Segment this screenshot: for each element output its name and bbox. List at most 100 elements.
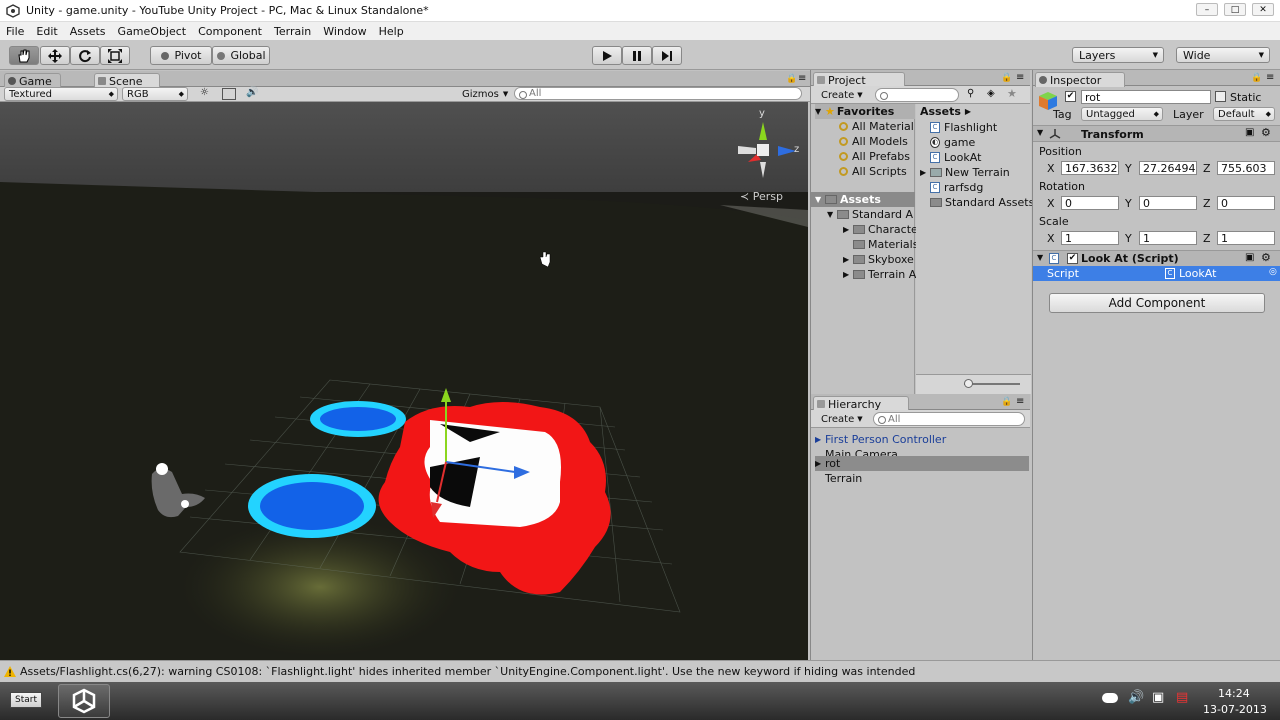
taskbar-unity-app[interactable] xyxy=(58,684,110,718)
file-item[interactable]: ◐ game xyxy=(930,135,975,150)
hierarchy-item[interactable]: Terrain xyxy=(825,471,1029,486)
rotation-y-field[interactable]: 0 xyxy=(1139,196,1197,210)
gizmos-dropdown[interactable]: Gizmos ▼ xyxy=(458,87,508,101)
clock-time[interactable]: 14:24 xyxy=(1218,687,1250,700)
scale-tool-button[interactable] xyxy=(100,46,130,65)
lighting-toggle-icon[interactable]: ☼ xyxy=(200,87,209,98)
play-button[interactable] xyxy=(592,46,622,65)
hand-tool-button[interactable] xyxy=(9,46,39,65)
status-bar[interactable]: Assets/Flashlight.cs(6,27): warning CS01… xyxy=(0,660,1280,682)
image-toggle-icon[interactable] xyxy=(222,88,236,100)
help-book-icon[interactable]: ▣ xyxy=(1245,127,1254,138)
menu-help[interactable]: Help xyxy=(373,25,410,38)
filter-type-icon[interactable]: ⚲ xyxy=(967,88,974,99)
menu-icon[interactable]: ≡ xyxy=(798,73,806,84)
assets-tree-root[interactable]: ▼ Assets xyxy=(811,192,915,207)
start-button[interactable]: Start xyxy=(10,692,42,708)
menu-edit[interactable]: Edit xyxy=(30,25,63,38)
project-create-dropdown[interactable]: Create ▼ xyxy=(817,88,867,102)
file-item[interactable]: Crarfsdg xyxy=(930,180,983,195)
layer-dropdown[interactable]: Default ◆ xyxy=(1213,107,1275,121)
hierarchy-search-input[interactable]: All xyxy=(873,412,1025,426)
tag-dropdown[interactable]: Untagged ◆ xyxy=(1081,107,1163,121)
battery-icon[interactable]: ▤ xyxy=(1176,690,1188,705)
layout-dropdown[interactable]: Wide ▼ xyxy=(1176,47,1270,63)
object-name-field[interactable]: rot xyxy=(1081,90,1211,104)
component-enabled-checkbox[interactable]: ✔ xyxy=(1067,253,1078,264)
tab-hierarchy[interactable]: Hierarchy xyxy=(813,396,909,411)
tab-inspector[interactable]: Inspector xyxy=(1035,72,1125,87)
render-mode-dropdown[interactable]: Textured ◆ xyxy=(4,87,118,101)
move-tool-button[interactable] xyxy=(40,46,70,65)
position-y-field[interactable]: 27.26494 xyxy=(1139,161,1197,175)
script-field-row[interactable]: Script C LookAt ◎ xyxy=(1033,266,1280,281)
filter-label-icon[interactable]: ◈ xyxy=(987,88,995,99)
gear-icon[interactable]: ⚙ xyxy=(1261,126,1271,139)
lock-icon[interactable]: 🔒 xyxy=(786,74,797,84)
menu-window[interactable]: Window xyxy=(317,25,372,38)
scale-z-field[interactable]: 1 xyxy=(1217,231,1275,245)
file-item[interactable]: C LookAt xyxy=(930,150,981,165)
color-mode-dropdown[interactable]: RGB ◆ xyxy=(122,87,188,101)
favorite-star-icon[interactable]: ★ xyxy=(1007,87,1017,100)
tree-folder[interactable]: ▼ Standard A xyxy=(827,207,913,222)
tree-folder[interactable]: ▶ Characte xyxy=(843,222,918,237)
lookat-component-header[interactable]: ▼ C ✔ Look At (Script) ▣ ⚙ xyxy=(1033,250,1280,266)
project-search-input[interactable] xyxy=(875,88,959,102)
audio-toggle-icon[interactable]: 🔊 xyxy=(246,87,258,98)
pivot-toggle[interactable]: Pivot xyxy=(150,46,212,65)
menu-icon[interactable]: ≡ xyxy=(1016,72,1024,83)
favorite-item[interactable]: All Scripts xyxy=(839,164,907,179)
menu-gameobject[interactable]: GameObject xyxy=(112,25,193,38)
pause-button[interactable] xyxy=(622,46,652,65)
scale-y-field[interactable]: 1 xyxy=(1139,231,1197,245)
minimize-button[interactable]: – xyxy=(1196,3,1218,16)
help-book-icon[interactable]: ▣ xyxy=(1245,252,1254,263)
hierarchy-item[interactable]: ▶ First Person Controller xyxy=(815,432,1029,447)
network-icon[interactable]: ▣ xyxy=(1152,690,1164,705)
layers-dropdown[interactable]: Layers ▼ xyxy=(1072,47,1164,63)
file-item[interactable]: Standard Assets xyxy=(930,195,1034,210)
scene-search-input[interactable]: All xyxy=(514,87,802,100)
gear-icon[interactable]: ⚙ xyxy=(1261,251,1271,264)
active-checkbox[interactable]: ✔ xyxy=(1065,91,1076,102)
menu-assets[interactable]: Assets xyxy=(64,25,112,38)
favorite-item[interactable]: All Prefabs xyxy=(839,149,910,164)
rotation-x-field[interactable]: 0 xyxy=(1061,196,1119,210)
toggle-tray-icon[interactable] xyxy=(1102,693,1118,703)
file-item[interactable]: ▶ New Terrain xyxy=(920,165,1010,180)
add-component-button[interactable]: Add Component xyxy=(1049,293,1265,313)
menu-icon[interactable]: ≡ xyxy=(1266,72,1274,83)
persp-label[interactable]: ≺ Persp xyxy=(740,190,783,203)
transform-header[interactable]: ▼ Transform ▣ ⚙ xyxy=(1033,125,1280,142)
lock-icon[interactable]: 🔒 xyxy=(1001,73,1012,83)
tree-folder[interactable]: ▶ Terrain A xyxy=(843,267,916,282)
tab-project[interactable]: Project xyxy=(813,72,905,87)
static-checkbox[interactable] xyxy=(1215,91,1226,102)
clock-date[interactable]: 13-07-2013 xyxy=(1203,703,1267,716)
favorite-item[interactable]: All Models xyxy=(839,134,908,149)
volume-icon[interactable]: 🔊 xyxy=(1128,690,1144,705)
position-z-field[interactable]: 755.603 xyxy=(1217,161,1275,175)
step-button[interactable] xyxy=(652,46,682,65)
rotate-tool-button[interactable] xyxy=(70,46,100,65)
global-toggle[interactable]: Global xyxy=(212,46,270,65)
hierarchy-create-dropdown[interactable]: Create ▼ xyxy=(817,412,867,426)
favorites-header[interactable]: ▼ ★ Favorites xyxy=(815,104,915,119)
menu-terrain[interactable]: Terrain xyxy=(268,25,317,38)
scene-viewport[interactable]: y z ≺ Persp xyxy=(0,102,808,660)
slider-thumb[interactable] xyxy=(964,379,973,388)
tree-folder[interactable]: Materials xyxy=(853,237,918,252)
lock-icon[interactable]: 🔒 xyxy=(1001,397,1012,407)
scale-x-field[interactable]: 1 xyxy=(1061,231,1119,245)
object-picker-icon[interactable]: ◎ xyxy=(1269,267,1277,277)
tab-game[interactable]: Game xyxy=(4,73,61,88)
hierarchy-item-selected[interactable]: ▶ rot xyxy=(815,456,1029,471)
tab-scene[interactable]: Scene xyxy=(94,73,160,88)
close-button[interactable]: ✕ xyxy=(1252,3,1274,16)
menu-file[interactable]: File xyxy=(0,25,30,38)
lock-icon[interactable]: 🔒 xyxy=(1251,73,1262,83)
tree-folder[interactable]: ▶ Skyboxe xyxy=(843,252,914,267)
favorite-item[interactable]: All Material xyxy=(839,119,914,134)
file-item[interactable]: C Flashlight xyxy=(930,120,997,135)
